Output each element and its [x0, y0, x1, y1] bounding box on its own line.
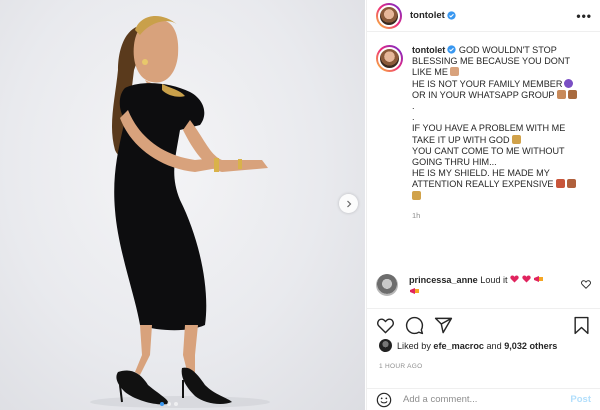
comment-text: Loud it	[480, 275, 508, 285]
caption: tontolet GOD WOULDN'T STOP BLESSING ME B…	[376, 45, 594, 221]
author-avatar[interactable]	[376, 2, 402, 29]
praying-hands-emoji-icon	[412, 190, 421, 200]
likes-prefix: Liked by	[397, 340, 431, 351]
heart-icon[interactable]	[376, 316, 395, 335]
caption-text: OR IN YOUR WHATSAPP GROUP	[412, 89, 555, 100]
caption-text: TAKE IT UP WITH GOD	[412, 134, 510, 145]
like-comment-heart-icon[interactable]	[581, 280, 591, 289]
next-arrow-icon	[346, 200, 351, 207]
caption-line: BLESSING ME BECAUSE YOU DONT	[412, 56, 570, 67]
post-header: tontolet •••	[367, 0, 600, 32]
add-comment-bar: Post	[367, 388, 600, 410]
liker-username[interactable]: efe_macroc	[433, 341, 484, 351]
carousel-dot	[160, 402, 164, 406]
more-options-icon[interactable]: •••	[576, 9, 592, 23]
post-photo[interactable]	[0, 0, 365, 410]
caption-line	[412, 190, 594, 202]
person-emoji-icon	[567, 89, 577, 99]
caption-line: LIKE ME	[412, 67, 594, 78]
caption-text: ATTENTION REALLY EXPENSIVE	[412, 179, 554, 190]
emoji-icon[interactable]	[376, 392, 392, 408]
liker-avatar[interactable]	[379, 339, 392, 352]
red-heart-emoji-icon	[521, 275, 531, 283]
caption-line: TAKE IT UP WITH GOD	[412, 134, 594, 146]
next-image-button[interactable]	[339, 194, 358, 213]
author-username[interactable]: tontolet	[410, 10, 445, 21]
caption-timestamp: 1h	[412, 210, 421, 220]
comment-input[interactable]	[403, 394, 571, 405]
virus-emoji-icon	[564, 78, 574, 88]
commenter-avatar[interactable]	[376, 274, 398, 296]
carousel-indicator	[160, 402, 178, 406]
caption-username[interactable]: tontolet	[412, 45, 445, 55]
comment-username[interactable]: princessa_anne	[409, 275, 478, 285]
caption-line: HE IS NOT YOUR FAMILY MEMBER	[412, 78, 594, 90]
verified-badge-icon	[447, 11, 456, 20]
person-emoji-icon	[555, 179, 565, 189]
post-timestamp[interactable]: 1 HOUR AGO	[379, 363, 422, 370]
praying-hands-emoji-icon	[511, 134, 521, 144]
caption-author-avatar[interactable]	[376, 45, 403, 72]
comment-icon[interactable]	[405, 316, 424, 335]
caption-line: tontolet GOD WOULDN'T STOP	[412, 45, 594, 56]
caption-line: HE IS MY SHIELD. HE MADE MY	[412, 168, 550, 179]
caption-line: GOING THRU HIM...	[412, 157, 497, 168]
caption-text: GOD WOULDN'T STOP	[458, 45, 557, 55]
caption-line: YOU CANT COME TO ME WITHOUT	[412, 145, 565, 156]
carousel-dot	[174, 402, 178, 406]
post-details-panel: tontolet ••• tontolet GOD WOULDN'T STOP …	[366, 0, 600, 410]
bookmark-icon[interactable]	[572, 316, 591, 335]
caption-line: .	[412, 101, 415, 112]
caption-line: IF YOU HAVE A PROBLEM WITH ME	[412, 123, 566, 134]
likes-others-link[interactable]: 9,032 others	[504, 341, 557, 351]
share-icon[interactable]	[434, 316, 453, 335]
red-heart-emoji-icon	[510, 275, 519, 283]
megaphone-emoji-icon	[410, 288, 419, 294]
carousel-dot	[167, 402, 171, 406]
likes-summary: Liked by efe_macroc and 9,032 others	[379, 339, 557, 352]
megaphone-emoji-icon	[534, 276, 544, 282]
caption-text: LIKE ME	[412, 67, 448, 78]
caption-line: OR IN YOUR WHATSAPP GROUP	[412, 89, 594, 101]
verified-badge-icon	[447, 45, 456, 54]
action-bar	[367, 308, 600, 342]
woman-emoji-icon	[449, 67, 459, 77]
caption-line: .	[412, 112, 415, 123]
person-emoji-icon	[566, 179, 576, 189]
post-comment-button[interactable]: Post	[570, 394, 591, 405]
likes-joiner: and	[486, 340, 502, 351]
caption-text: HE IS NOT YOUR FAMILY MEMBER	[412, 78, 563, 89]
woman-in-black-dress-image	[90, 15, 270, 408]
caption-line: ATTENTION REALLY EXPENSIVE	[412, 179, 594, 190]
person-emoji-icon	[556, 89, 566, 99]
comment-body: princessa_anne Loud it	[409, 274, 579, 298]
comment-item: princessa_anne Loud it	[376, 274, 591, 298]
